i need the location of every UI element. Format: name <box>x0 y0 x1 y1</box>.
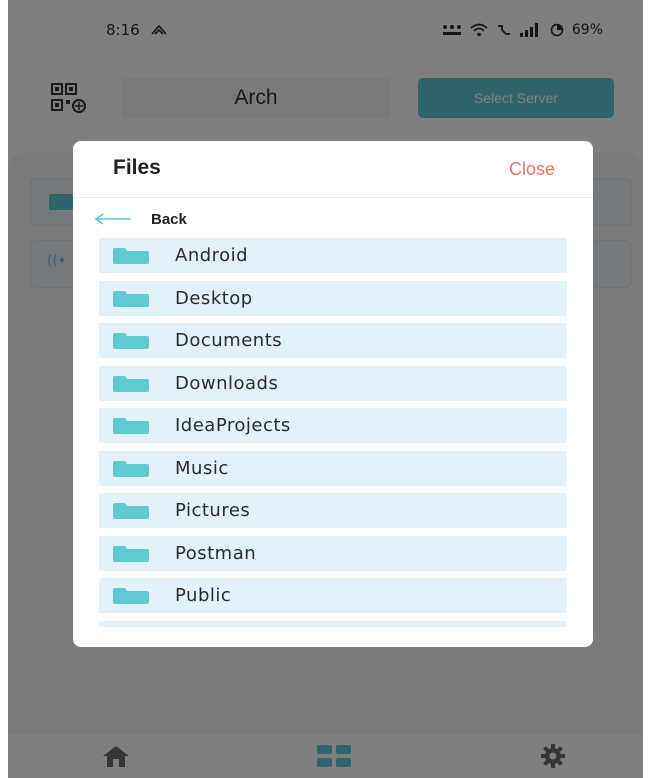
folder-item[interactable]: IdeaProjects <box>99 408 567 443</box>
folder-label: Desktop <box>175 287 253 309</box>
folder-item[interactable]: Pictures <box>99 493 567 528</box>
file-list: Android Desktop Documents Downloads Idea… <box>99 238 567 628</box>
folder-item[interactable]: Public <box>99 578 567 613</box>
folder-icon <box>113 588 149 604</box>
back-label: Back <box>151 210 187 228</box>
folder-icon <box>113 248 149 264</box>
dialog-header: Files Close <box>73 141 593 198</box>
back-button[interactable]: Back <box>93 207 187 231</box>
folder-icon <box>113 545 149 562</box>
files-dialog: Files Close Back Android Desktop Documen… <box>73 141 593 647</box>
folder-item[interactable]: Desktop <box>99 280 567 316</box>
folder-item[interactable]: Music <box>99 450 567 486</box>
folder-label: Pictures <box>175 500 251 521</box>
close-button[interactable]: Close <box>509 159 555 180</box>
folder-item[interactable]: Postman <box>99 535 567 571</box>
back-arrow-icon <box>94 213 131 225</box>
folder-icon <box>113 290 149 307</box>
folder-label: Downloads <box>175 372 279 394</box>
folder-label: Documents <box>175 330 283 351</box>
phone-screen: 8:16 <box>8 0 643 778</box>
folder-icon <box>113 418 149 434</box>
folder-icon <box>113 460 149 477</box>
folder-label: Android <box>175 245 249 266</box>
dialog-title: Files <box>113 156 161 179</box>
folder-label: Postman <box>175 542 257 564</box>
folder-item-partial[interactable] <box>99 620 567 627</box>
folder-icon <box>113 333 149 349</box>
folder-item[interactable]: Documents <box>99 323 567 358</box>
folder-label: Music <box>175 457 229 479</box>
folder-label: Public <box>175 585 232 606</box>
folder-item[interactable]: Android <box>99 238 567 273</box>
folder-item[interactable]: Downloads <box>99 365 567 401</box>
folder-icon <box>113 375 149 392</box>
folder-icon <box>113 503 149 519</box>
folder-label: IdeaProjects <box>175 415 291 436</box>
